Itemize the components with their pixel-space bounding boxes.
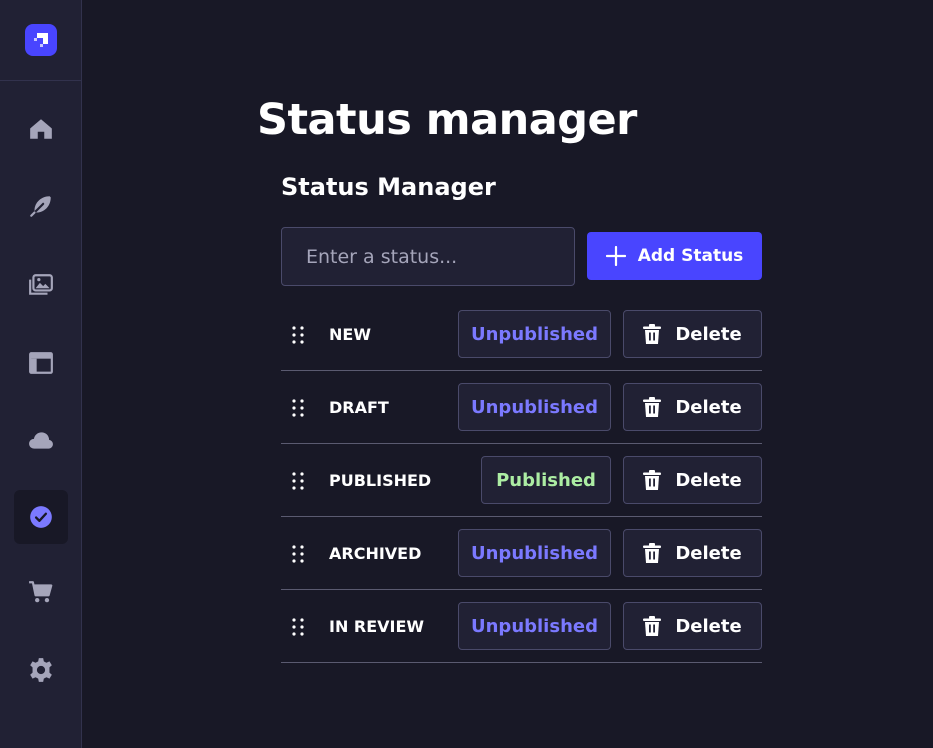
check-circle-icon[interactable] xyxy=(14,490,68,544)
delete-button[interactable]: Delete xyxy=(623,383,762,431)
trash-icon xyxy=(643,543,662,563)
cart-icon[interactable] xyxy=(14,565,68,619)
status-row: IN REVIEW Unpublished Delete xyxy=(281,590,762,663)
delete-label: Delete xyxy=(675,323,742,345)
section-title: Status Manager xyxy=(281,173,496,201)
status-name: IN REVIEW xyxy=(329,616,425,636)
publish-toggle-button[interactable]: Unpublished xyxy=(458,310,611,358)
publish-toggle-button[interactable]: Published xyxy=(481,456,611,504)
status-input[interactable] xyxy=(281,227,575,286)
trash-icon xyxy=(643,397,662,417)
delete-label: Delete xyxy=(675,615,742,637)
drag-handle-icon[interactable] xyxy=(291,326,305,344)
add-status-label: Add Status xyxy=(637,246,744,266)
publish-toggle-button[interactable]: Unpublished xyxy=(458,602,611,650)
status-name: ARCHIVED xyxy=(329,543,422,563)
layout-icon[interactable] xyxy=(14,336,68,390)
delete-button[interactable]: Delete xyxy=(623,529,762,577)
delete-label: Delete xyxy=(675,542,742,564)
drag-handle-icon[interactable] xyxy=(291,472,305,490)
media-library-icon[interactable] xyxy=(14,258,68,312)
cloud-icon[interactable] xyxy=(14,414,68,468)
status-row: PUBLISHED Published Delete xyxy=(281,444,762,517)
strapi-logo-icon[interactable] xyxy=(24,24,57,56)
home-icon[interactable] xyxy=(14,102,68,156)
gear-icon[interactable] xyxy=(14,643,68,697)
trash-icon xyxy=(643,616,662,636)
trash-icon xyxy=(643,470,662,490)
status-row: NEW Unpublished Delete xyxy=(281,298,762,371)
main-content: Status manager Status Manager Add Status… xyxy=(82,0,933,748)
add-status-button[interactable]: Add Status xyxy=(587,232,762,280)
delete-button[interactable]: Delete xyxy=(623,456,762,504)
status-name: DRAFT xyxy=(329,397,389,417)
status-name: NEW xyxy=(329,324,371,344)
plus-icon xyxy=(605,246,626,266)
delete-button[interactable]: Delete xyxy=(623,310,762,358)
status-row: DRAFT Unpublished Delete xyxy=(281,371,762,444)
status-list: NEW Unpublished Delete DRAFT Unpublished… xyxy=(281,298,762,663)
status-row: ARCHIVED Unpublished Delete xyxy=(281,517,762,590)
drag-handle-icon[interactable] xyxy=(291,399,305,417)
delete-button[interactable]: Delete xyxy=(623,602,762,650)
page-title: Status manager xyxy=(257,95,637,145)
trash-icon xyxy=(643,324,662,344)
publish-toggle-button[interactable]: Unpublished xyxy=(458,529,611,577)
logo-area xyxy=(0,0,81,81)
sidebar xyxy=(0,0,82,748)
publish-toggle-button[interactable]: Unpublished xyxy=(458,383,611,431)
feather-icon[interactable] xyxy=(14,179,68,233)
delete-label: Delete xyxy=(675,469,742,491)
drag-handle-icon[interactable] xyxy=(291,618,305,636)
status-name: PUBLISHED xyxy=(329,470,432,490)
drag-handle-icon[interactable] xyxy=(291,545,305,563)
delete-label: Delete xyxy=(675,396,742,418)
